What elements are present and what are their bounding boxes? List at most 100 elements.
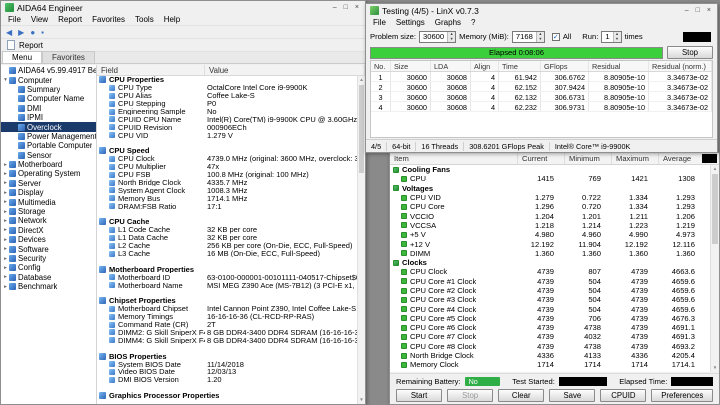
list-row[interactable]: CPU Stepping P0 (97, 100, 357, 108)
spinner[interactable]: ▲ ▼ (535, 31, 544, 42)
tree-item-aida64-v5-99-4917-beta[interactable]: AIDA64 v5.99.4917 Beta (1, 66, 96, 75)
stop-button[interactable]: Stop (667, 46, 713, 59)
minimize-button-icon[interactable]: – (685, 6, 689, 15)
menu-help[interactable]: Help (159, 15, 185, 24)
list-row[interactable]: Engineering Sample No (97, 108, 357, 115)
toolbar-icon-0[interactable]: ◀ (6, 26, 12, 39)
sensor-row[interactable]: Memory Clock 1714 1714 1714 1714.1 (390, 360, 710, 369)
sensor-row[interactable]: CPU Core #1 Clock 4739 504 4739 4659.6 (390, 277, 710, 286)
minimize-button-icon[interactable]: – (333, 3, 337, 12)
sensor-group-row[interactable]: Cooling Fans (390, 165, 710, 174)
tree-item-portable-computer[interactable]: Portable Computer (1, 141, 96, 150)
menu-favorites[interactable]: Favorites (87, 15, 130, 24)
sensor-col-item[interactable]: Item (390, 153, 518, 164)
cpuid-button[interactable]: CPUID (600, 389, 647, 402)
group-header-row[interactable]: BIOS Properties (97, 352, 357, 360)
sensor-group-row[interactable]: Voltages (390, 184, 710, 193)
sensor-col-minimum[interactable]: Minimum (565, 153, 612, 164)
group-header-row[interactable]: Graphics Processor Properties (97, 392, 357, 400)
sensor-col-average[interactable]: Average (659, 153, 706, 164)
tree-item-operating-system[interactable]: ▸ Operating System (1, 169, 96, 178)
list-row[interactable]: Motherboard Name MSI MEG Z390 Ace (MS-7B1… (97, 281, 357, 289)
menu-file[interactable]: File (3, 15, 26, 24)
sensor-row[interactable]: CPU Clock 4739 807 4739 4663.6 (390, 267, 710, 276)
sensor-row[interactable]: +12 V 12.192 11.904 12.192 12.116 (390, 239, 710, 249)
sensor-row[interactable]: CPU Core 1.296 0.720 1.334 1.293 (390, 202, 710, 211)
tree-item-software[interactable]: ▸ Software (1, 244, 96, 254)
vertical-scrollbar[interactable]: ▲ ▼ (710, 165, 719, 372)
group-header-row[interactable]: CPU Properties (97, 76, 357, 84)
scroll-up-icon[interactable]: ▲ (358, 76, 365, 84)
tree-item-ipmi[interactable]: IPMI (1, 113, 96, 122)
scroll-down-icon[interactable]: ▼ (711, 364, 719, 372)
list-row[interactable]: CPU Type OctalCore Intel Core i9-9900K (97, 84, 357, 92)
maximize-button-icon[interactable]: □ (696, 6, 700, 15)
sensor-row[interactable]: CPU Core #7 Clock 4739 4032 4739 4691.3 (390, 332, 710, 341)
sensor-group-row[interactable]: Clocks (390, 258, 710, 267)
list-row[interactable]: System BIOS Date 11/14/2018 (97, 360, 357, 368)
tree-item-display[interactable]: ▸ Display (1, 188, 96, 197)
tree-item-network[interactable]: ▸ Network (1, 216, 96, 225)
menu-item[interactable]: ? (466, 18, 480, 27)
menu-report[interactable]: Report (53, 15, 87, 24)
tree-item-security[interactable]: ▸ Security (1, 254, 96, 263)
tree-item-sensor[interactable]: Sensor (1, 151, 96, 160)
start-button[interactable]: Start (396, 389, 443, 402)
column-header-field[interactable]: Field (97, 65, 205, 75)
list-row[interactable]: Memory Timings 16-16-16-36 (CL-RCD-RP-RAS… (97, 313, 357, 321)
results-col-lda[interactable]: LDA (431, 61, 471, 71)
menu-file[interactable]: File (368, 18, 391, 27)
list-row[interactable]: System Agent Clock 1008.3 MHz (97, 186, 357, 194)
list-row[interactable]: CPU VID 1.279 V (97, 131, 357, 139)
tree-item-devices[interactable]: ▸ Devices (1, 235, 96, 244)
menu-view[interactable]: View (26, 15, 53, 24)
list-row[interactable]: CPU Multiplier 47x (97, 163, 357, 171)
list-row[interactable]: L2 Cache 256 KB per core (On-Die, ECC, Fu… (97, 242, 357, 250)
list-row[interactable]: Command Rate (CR) 2T (97, 321, 357, 329)
sensor-col-current[interactable]: Current (518, 153, 565, 164)
tree-item-motherboard[interactable]: ▸ Motherboard (1, 160, 96, 169)
sensor-row[interactable]: VCCSA 1.218 1.214 1.223 1.219 (390, 221, 710, 230)
results-col-no[interactable]: No. (371, 61, 391, 71)
list-row[interactable]: CPU Alias Coffee Lake-S (97, 92, 357, 100)
menu-settings[interactable]: Settings (391, 18, 430, 27)
sensor-col-maximum[interactable]: Maximum (612, 153, 659, 164)
results-col-residual-norm[interactable]: Residual (norm.) (649, 61, 712, 71)
list-row[interactable]: Motherboard Chipset Intel Cannon Point Z3… (97, 305, 357, 313)
clear-button[interactable]: Clear (498, 389, 545, 402)
list-row[interactable]: DIMM4: G Skill SniperX F4-3400C16-8GSXW8… (97, 336, 357, 344)
column-header-value[interactable]: Value (205, 65, 365, 75)
sensor-row[interactable]: CPU Core #2 Clock 4739 504 4739 4659.6 (390, 286, 710, 295)
list-row[interactable]: Video BIOS Date 12/03/13 (97, 368, 357, 376)
sensor-row[interactable]: DIMM 1.360 1.360 1.360 1.360 (390, 249, 710, 258)
vertical-scrollbar[interactable]: ▲ ▼ (357, 76, 365, 404)
group-header-row[interactable]: Motherboard Properties (97, 265, 357, 273)
tree-item-multimedia[interactable]: ▸ Multimedia (1, 197, 96, 207)
list-row[interactable]: CPU FSB 100.8 MHz (original: 100 MHz) (97, 171, 357, 179)
toolbar-icon-2[interactable]: ● (30, 26, 35, 39)
sensor-row[interactable]: CPU Core #8 Clock 4739 4738 4739 4693.2 (390, 342, 710, 351)
group-header-row[interactable]: Chipset Properties (97, 297, 357, 305)
list-row[interactable]: Memory Bus 1714.1 MHz (97, 194, 357, 202)
list-row[interactable]: CPUID Revision 000906ECh (97, 123, 357, 131)
sensor-row[interactable]: CPU Core #6 Clock 4739 4738 4739 4691.1 (390, 323, 710, 332)
spin-down-icon[interactable]: ▼ (536, 36, 544, 42)
scroll-up-icon[interactable]: ▲ (711, 165, 719, 173)
list-row[interactable]: DMI BIOS Version 1.20 (97, 376, 357, 384)
spinner[interactable]: ▲ ▼ (447, 31, 456, 42)
tab-favorites[interactable]: Favorites (42, 51, 95, 63)
tab-menu[interactable]: Menu (2, 51, 43, 63)
results-col-time[interactable]: Time (499, 61, 541, 71)
group-header-row[interactable]: CPU Speed (97, 147, 357, 155)
tree-item-config[interactable]: ▸ Config (1, 263, 96, 272)
aida64-titlebar[interactable]: AIDA64 Engineer – □ × (1, 1, 365, 14)
sensor-row[interactable]: CPU Core #3 Clock 4739 504 4739 4659.6 (390, 295, 710, 304)
sensor-row[interactable]: CPU VID 1.279 0.722 1.334 1.293 (390, 193, 710, 202)
list-row[interactable]: L3 Cache 16 MB (On-Die, ECC, Full-Speed) (97, 250, 357, 257)
close-button-icon[interactable]: × (355, 3, 359, 12)
results-col-align[interactable]: Align (471, 61, 499, 71)
group-header-row[interactable]: CPU Cache (97, 218, 357, 226)
close-button-icon[interactable]: × (707, 6, 711, 15)
tree-item-dmi[interactable]: DMI (1, 104, 96, 113)
list-row[interactable]: DIMM2: G Skill SniperX F4-3400C16-8GSXW8… (97, 329, 357, 336)
